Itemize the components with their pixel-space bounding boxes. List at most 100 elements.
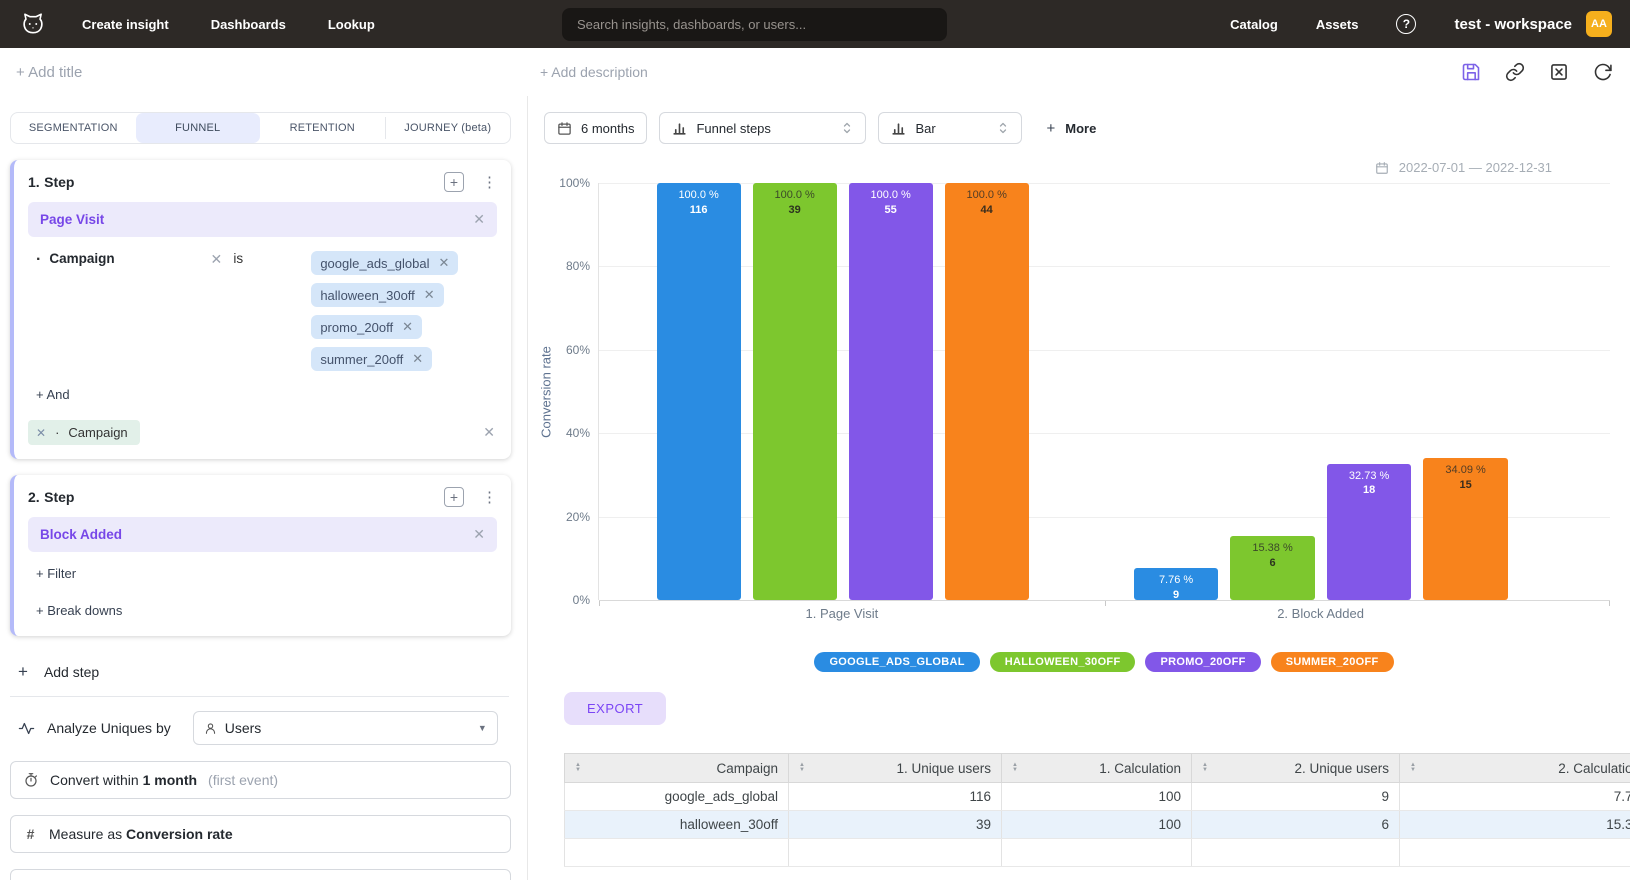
- app-logo-cat-icon[interactable]: [18, 9, 48, 39]
- filter-value-chip[interactable]: google_ads_global✕: [311, 251, 458, 275]
- tab-segmentation[interactable]: SEGMENTATION: [11, 113, 136, 143]
- chart-type-select[interactable]: Bar: [878, 112, 1022, 144]
- add-description-field[interactable]: + Add description: [540, 64, 648, 80]
- add-and-filter-link[interactable]: + And: [28, 387, 497, 402]
- table-row[interactable]: [565, 839, 1630, 867]
- step-2-add-icon[interactable]: +: [444, 487, 464, 507]
- measure-as-setting[interactable]: # Measure as Conversion rate: [10, 815, 511, 853]
- workspace-name[interactable]: test - workspace: [1454, 16, 1572, 33]
- tab-journey[interactable]: JOURNEY (beta): [386, 113, 511, 143]
- user-avatar[interactable]: AA: [1586, 11, 1612, 37]
- sort-icon[interactable]: ▲▼: [1410, 763, 1416, 773]
- bar-halloween-30off-step2[interactable]: 15.38 %6: [1230, 536, 1315, 600]
- add-filter-link[interactable]: + Filter: [28, 566, 497, 581]
- measure-prefix: Measure as: [49, 826, 122, 842]
- analyze-by-value: Users: [225, 720, 262, 736]
- stopwatch-icon: [23, 772, 39, 788]
- bar-google-ads-global-step1[interactable]: 100.0 %116: [657, 183, 741, 600]
- breakdown-chip[interactable]: ✕ · Campaign: [28, 420, 140, 445]
- col-header-2-unique-users[interactable]: ▲▼2. Unique users: [1192, 754, 1400, 783]
- bar-chart-icon: [891, 121, 906, 136]
- plus-icon: +: [1046, 120, 1055, 137]
- col-header-1-unique-users[interactable]: ▲▼1. Unique users: [789, 754, 1002, 783]
- breakdown-row-remove-icon[interactable]: ✕: [483, 424, 495, 441]
- convert-prefix: Convert within: [50, 772, 139, 788]
- analyze-by-select[interactable]: Users ▼: [193, 711, 498, 745]
- convert-within-setting[interactable]: Convert within 1 month (first event): [10, 761, 511, 799]
- link-icon[interactable]: [1504, 61, 1526, 83]
- legend-summer-20off[interactable]: SUMMER_20OFF: [1271, 652, 1394, 672]
- nav-assets[interactable]: Assets: [1316, 17, 1359, 32]
- help-icon[interactable]: ?: [1396, 14, 1416, 34]
- bar-halloween-30off-step1[interactable]: 100.0 %39: [753, 183, 837, 600]
- analyze-label: Analyze Uniques by: [47, 720, 171, 736]
- col-header-campaign[interactable]: ▲▼Campaign: [565, 754, 789, 783]
- breakdown-remove-icon[interactable]: ✕: [36, 426, 46, 440]
- filter-value-chip[interactable]: halloween_30off✕: [311, 283, 443, 307]
- add-step-label: Add step: [44, 664, 99, 680]
- tab-retention[interactable]: RETENTION: [260, 113, 385, 143]
- bar-google-ads-global-step2[interactable]: 7.76 %9: [1134, 568, 1219, 600]
- step-1-event-name[interactable]: Page Visit: [40, 212, 104, 227]
- step-2-event-row[interactable]: Block Added ✕: [28, 517, 497, 552]
- legend-promo-20off[interactable]: PROMO_20OFF: [1145, 652, 1260, 672]
- step-1-event-remove-icon[interactable]: ✕: [473, 211, 485, 228]
- add-step-button[interactable]: + Add step: [18, 662, 511, 682]
- step-2-title: Step: [44, 489, 74, 505]
- filter-value-chip[interactable]: summer_20off✕: [311, 347, 432, 371]
- filter-property-name[interactable]: Campaign: [49, 251, 199, 266]
- sort-icon[interactable]: ▲▼: [799, 763, 805, 773]
- select-arrows-icon: [997, 121, 1009, 135]
- save-icon[interactable]: [1460, 61, 1482, 83]
- table-row[interactable]: google_ads_global 116 100 9 7.76: [565, 783, 1630, 811]
- nav-dashboards[interactable]: Dashboards: [211, 17, 286, 32]
- filter-operator[interactable]: is: [233, 251, 311, 266]
- view-select[interactable]: Funnel steps: [659, 112, 866, 144]
- step-2-event-remove-icon[interactable]: ✕: [473, 526, 485, 543]
- cell-2-unique-users: 9: [1192, 783, 1400, 811]
- global-search-input[interactable]: [562, 8, 947, 41]
- bar-summer-20off-step2[interactable]: 34.09 %15: [1423, 458, 1508, 600]
- nav-create-insight[interactable]: Create insight: [82, 17, 169, 32]
- sort-icon[interactable]: ▲▼: [1012, 763, 1018, 773]
- more-button[interactable]: + More: [1046, 120, 1096, 137]
- nav-catalog[interactable]: Catalog: [1230, 17, 1278, 32]
- refresh-icon[interactable]: [1592, 61, 1614, 83]
- step-2-menu-icon[interactable]: ⋮: [482, 488, 497, 506]
- legend-google-ads-global[interactable]: GOOGLE_ADS_GLOBAL: [814, 652, 979, 672]
- close-box-icon[interactable]: [1548, 61, 1570, 83]
- step-1-event-row[interactable]: Page Visit ✕: [28, 202, 497, 237]
- add-breakdown-link[interactable]: + Break downs: [28, 603, 497, 622]
- sort-icon[interactable]: ▲▼: [575, 763, 581, 773]
- filter-remove-icon[interactable]: ✕: [199, 251, 233, 268]
- chip-remove-icon[interactable]: ✕: [424, 287, 435, 303]
- bar-group-block-added: 7.76 %9 15.38 %6 32.73 %18 34.09 %15: [1134, 183, 1508, 600]
- bar-promo-20off-step2[interactable]: 32.73 %18: [1327, 464, 1412, 600]
- date-range-button[interactable]: 6 months: [544, 112, 647, 144]
- sort-icon[interactable]: ▲▼: [1202, 763, 1208, 773]
- add-title-field[interactable]: + Add title: [16, 64, 82, 81]
- nav-lookup[interactable]: Lookup: [328, 17, 375, 32]
- step-2-number: 2.: [28, 489, 40, 505]
- y-tick-label: 40%: [566, 426, 590, 440]
- step-1-add-icon[interactable]: +: [444, 172, 464, 192]
- bar-promo-20off-step1[interactable]: 100.0 %55: [849, 183, 933, 600]
- chip-remove-icon[interactable]: ✕: [402, 319, 413, 335]
- additional-setting-box[interactable]: [10, 869, 511, 880]
- col-header-1-calculation[interactable]: ▲▼1. Calculation: [1002, 754, 1192, 783]
- cell-1-calculation: 100: [1002, 811, 1192, 839]
- col-header-2-calculation[interactable]: ▲▼2. Calculation: [1400, 754, 1630, 783]
- bar-summer-20off-step1[interactable]: 100.0 %44: [945, 183, 1029, 600]
- chip-remove-icon[interactable]: ✕: [438, 255, 449, 271]
- step-1-menu-icon[interactable]: ⋮: [482, 173, 497, 191]
- filter-value-chip[interactable]: promo_20off✕: [311, 315, 422, 339]
- table-row[interactable]: halloween_30off 39 100 6 15.38: [565, 811, 1630, 839]
- calendar-icon: [1375, 161, 1389, 175]
- chart-panel: 6 months Funnel steps Bar: [528, 96, 1630, 880]
- insight-type-tabs: SEGMENTATION FUNNEL RETENTION JOURNEY (b…: [10, 112, 511, 144]
- tab-funnel[interactable]: FUNNEL: [136, 113, 261, 143]
- legend-halloween-30off[interactable]: HALLOWEEN_30OFF: [990, 652, 1136, 672]
- chip-remove-icon[interactable]: ✕: [412, 351, 423, 367]
- step-2-event-name[interactable]: Block Added: [40, 527, 122, 542]
- export-button[interactable]: EXPORT: [564, 692, 666, 725]
